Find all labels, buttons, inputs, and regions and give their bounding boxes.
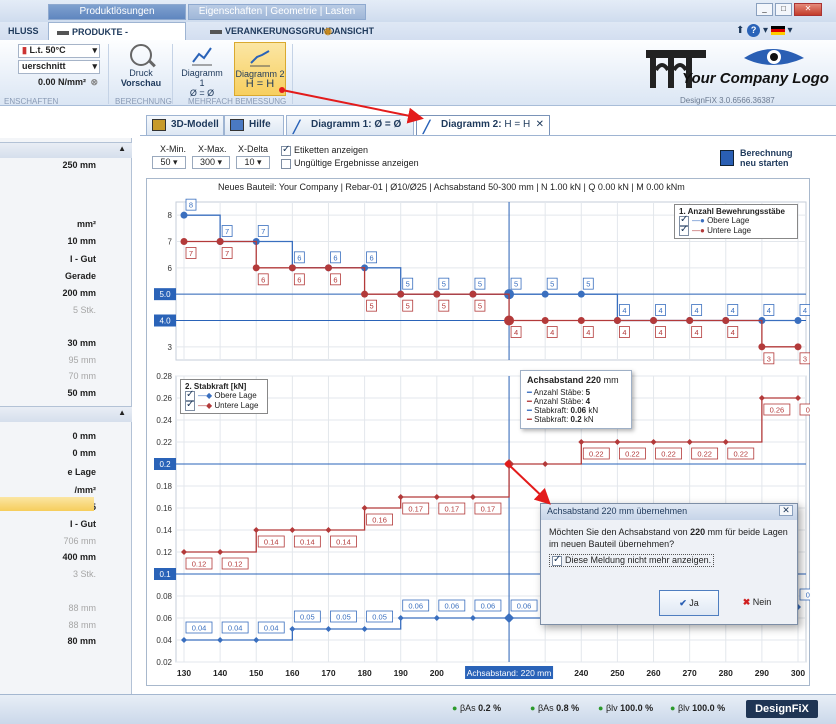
- status-item-3: ● βlv 100.0 %: [598, 703, 653, 713]
- status-ok-icon: ●: [670, 703, 676, 713]
- status-value-3: 100.0 %: [620, 703, 654, 713]
- status-label-4: βlv: [677, 703, 690, 713]
- annotation-arrow-1-start: [279, 87, 285, 93]
- annotation-arrow-2: [507, 463, 551, 505]
- annotation-arrow-1: [281, 89, 424, 124]
- status-item-1: ● βAs 0.2 %: [452, 703, 501, 713]
- status-label-3: βlv: [605, 703, 618, 713]
- status-bar: ● βAs 0.2 % ● βAs 0.8 % ● βlv 100.0 % ● …: [0, 694, 836, 724]
- status-value-2: 0.8 %: [556, 703, 580, 713]
- status-value-1: 0.2 %: [478, 703, 502, 713]
- status-item-2: ● βAs 0.8 %: [530, 703, 579, 713]
- status-ok-icon: ●: [530, 703, 536, 713]
- brand-badge: DesignFiX: [746, 700, 818, 718]
- status-ok-icon: ●: [598, 703, 604, 713]
- annotation-arrows: [279, 87, 551, 505]
- annotation-arrow-2-start: [505, 461, 511, 467]
- status-label-2: βAs: [537, 703, 554, 713]
- status-label-1: βAs: [459, 703, 476, 713]
- status-value-4: 100.0 %: [692, 703, 726, 713]
- status-ok-icon: ●: [452, 703, 458, 713]
- status-item-4: ● βlv 100.0 %: [670, 703, 725, 713]
